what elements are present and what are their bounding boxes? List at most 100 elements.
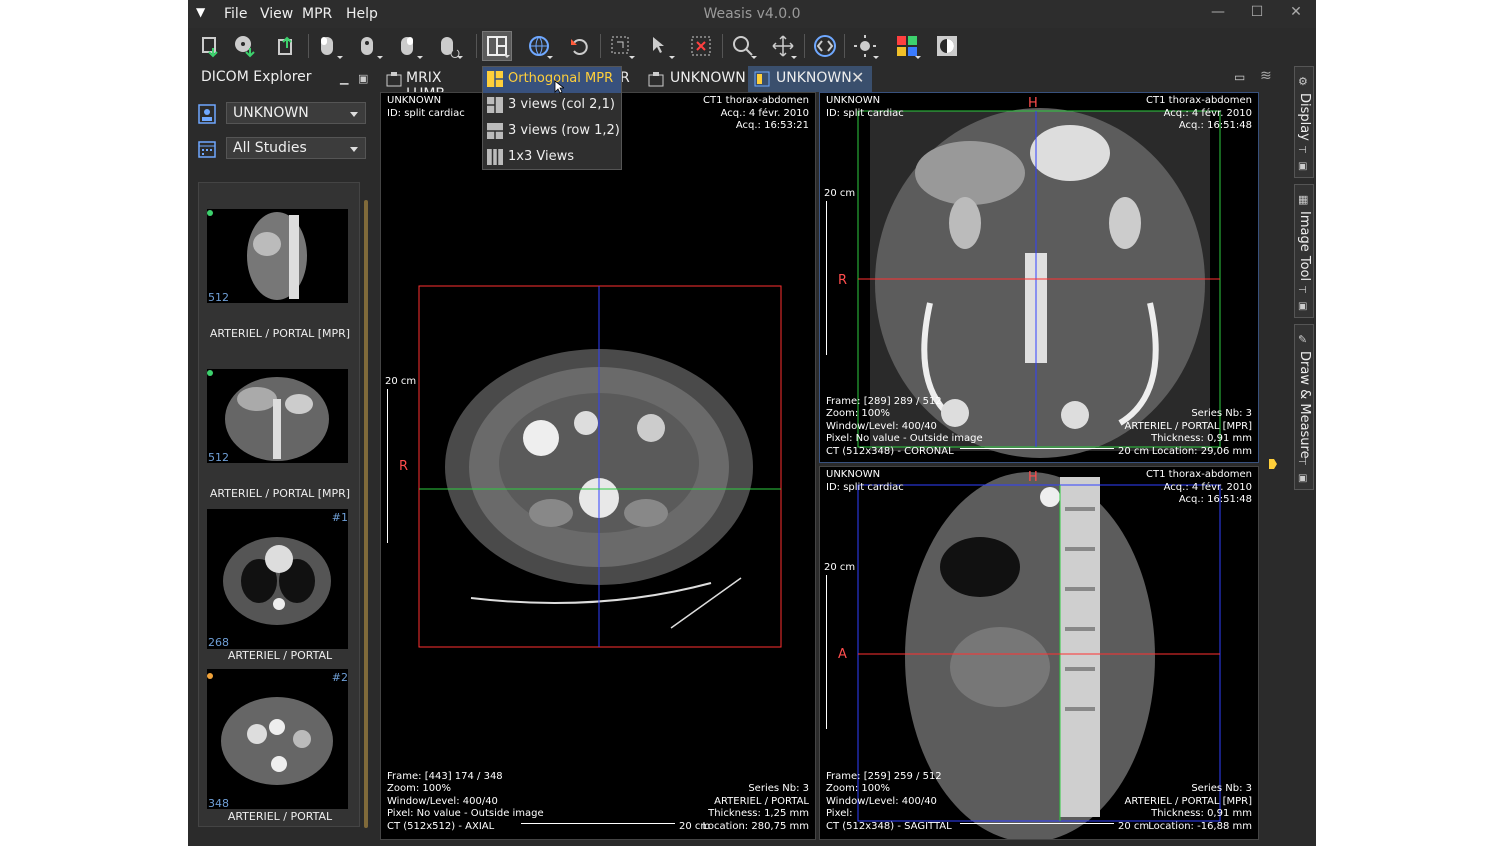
lut-button[interactable] (892, 31, 922, 61)
export-icon (278, 36, 292, 55)
overlay-top-right: CT1 thorax-abdomen Acq.: 4 févr. 2010 Ac… (703, 95, 809, 133)
invert-button[interactable] (932, 31, 962, 61)
rail-tab-display[interactable]: ⚙ Display ⊣ ▣ (1294, 66, 1314, 178)
zoom-button[interactable] (728, 31, 758, 61)
mouse-right-icon (401, 37, 413, 55)
mouse-wheel-action-button[interactable] (434, 31, 464, 61)
import-icon (202, 37, 218, 58)
maximize-icon[interactable]: ☐ (1245, 4, 1269, 24)
series-thumbnail[interactable]: #1 268 ARTERIEL / PORTAL (205, 509, 355, 669)
gear-icon: ⚙ (1298, 75, 1308, 88)
scale-label: 20 cm (824, 188, 856, 199)
pixel-info: Pixel: (826, 808, 853, 819)
zoom-info: Zoom: 100% (826, 408, 890, 419)
synch-button[interactable] (524, 31, 554, 61)
measure-button[interactable] (606, 31, 636, 61)
thickness-info: Thickness: 0,91 mm (1151, 433, 1252, 444)
pan-button[interactable] (768, 31, 798, 61)
mouse-left-action-button[interactable] (314, 31, 344, 61)
float-icon[interactable]: ▣ (1298, 473, 1310, 485)
series-description: ARTERIEL / PORTAL (714, 795, 809, 807)
menu-item-1x3-views[interactable]: 1x3 Views (483, 145, 621, 171)
viewport-axial[interactable]: UNKNOWN ID: split cardiac CT1 thorax-abd… (380, 92, 816, 840)
thickness-info: Thickness: 1,25 mm (708, 808, 809, 819)
minimize-icon[interactable]: — (1206, 4, 1230, 24)
pin-icon[interactable]: ⊣ (1298, 457, 1310, 469)
panel-maximize-icon[interactable]: ▣ (358, 72, 368, 85)
menu-item-label: 3 views (col 2,1) (508, 97, 615, 112)
vertical-ruler (826, 575, 837, 729)
thumbnail-image-coronal (207, 369, 348, 463)
series-number: #1 (331, 511, 348, 524)
thumbnail-label: ARTERIEL / PORTAL [MPR] (209, 327, 351, 340)
mouse-right-action-button[interactable] (394, 31, 424, 61)
viewport-coronal[interactable]: H UNKNOWN ID: split cardiac CT1 thorax-a… (819, 92, 1259, 463)
patient-combo[interactable]: UNKNOWN (226, 102, 366, 124)
cursor-tool-button[interactable] (646, 31, 676, 61)
brightness-icon (854, 35, 876, 57)
tab-unknown[interactable]: UNKNOWN (642, 66, 746, 92)
studies-combo[interactable]: All Studies (226, 137, 366, 159)
tab-unknown-active[interactable]: UNKNOWN ✕ (748, 66, 872, 92)
expand-arrow-icon[interactable] (1268, 458, 1278, 470)
float-icon[interactable]: ▣ (1298, 161, 1310, 173)
acquisition-date: Acq.: 4 févr. 2010 (1163, 107, 1252, 119)
import-cd-button[interactable] (230, 31, 260, 61)
study-icon (648, 72, 664, 87)
series-thumbnail[interactable]: #2 348 ARTERIEL / PORTAL (205, 669, 355, 829)
flip-button[interactable] (810, 31, 840, 61)
status-dot (207, 210, 213, 216)
axial-ct-image (418, 285, 782, 648)
thumbnail-scrollbar[interactable] (364, 200, 368, 828)
study-icon (386, 72, 402, 87)
delete-measurements-button[interactable] (686, 31, 716, 61)
layers-icon[interactable]: ≋ (1260, 68, 1272, 84)
series-thumbnail-list[interactable]: 512 ARTERIEL / PORTAL [MPR] 512 ARTERIEL… (198, 182, 360, 827)
frame-info: Frame: [259] 259 / 512 (826, 770, 942, 782)
acquisition-time: Acq.: 16:51:48 (1178, 120, 1252, 131)
rail-tab-draw-measure[interactable]: ✎ Draw & Measure ⊣ ▣ (1294, 324, 1314, 490)
study-description: CT1 thorax-abdomen (1146, 469, 1252, 480)
orientation-left: A (838, 647, 847, 662)
draw-icon: ✎ (1298, 333, 1308, 346)
orientation-left: R (399, 459, 409, 474)
pin-icon[interactable]: ⊣ (1298, 285, 1310, 297)
menu-item-3-views-col[interactable]: 3 views (col 2,1) (483, 93, 621, 119)
reset-button[interactable] (564, 31, 594, 61)
tab-mrix-lumb[interactable]: MRIX LUMB (380, 66, 484, 102)
status-dot (207, 370, 213, 376)
panel-minimize-icon[interactable]: ▁ (340, 72, 348, 85)
float-icon[interactable]: ▣ (1298, 301, 1310, 313)
vertical-ruler (387, 389, 398, 543)
delete-x-icon (691, 36, 711, 56)
viewport-sagittal[interactable]: H UNKNOWN ID: split cardiac CT1 thorax-a… (819, 466, 1259, 840)
overlay-top-left: UNKNOWN ID: split cardiac (387, 95, 465, 120)
acquisition-date: Acq.: 4 févr. 2010 (1163, 481, 1252, 493)
series-thumbnail[interactable]: 512 ARTERIEL / PORTAL [MPR] (205, 369, 355, 509)
menu-item-orthogonal-mpr[interactable]: Orthogonal MPR (483, 67, 621, 93)
export-dicom-button[interactable] (272, 31, 302, 61)
close-window-icon[interactable]: ✕ (1284, 4, 1308, 24)
dicom-explorer-panel: DICOM Explorer ▁ ▣ UNKNOWN All Studies 5… (188, 64, 376, 846)
pin-icon[interactable]: ⊣ (1298, 145, 1310, 157)
rail-tab-image-tool[interactable]: ▦ Image Tool ⊣ ▣ (1294, 184, 1314, 318)
maximize-view-icon[interactable]: ▭ (1234, 70, 1245, 84)
slice-count: 348 (208, 797, 229, 810)
mpr-study-icon (754, 71, 770, 87)
thumbnail-image-sagittal (207, 209, 348, 303)
series-description: ARTERIEL / PORTAL [MPR] (1124, 420, 1252, 432)
mouse-middle-action-button[interactable] (354, 31, 384, 61)
overlay-bottom-left: Frame: [259] 259 / 512 Zoom: 100% Window… (826, 771, 952, 834)
chevron-down-icon (350, 147, 358, 152)
horizontal-ruler (521, 823, 675, 830)
window-level-button[interactable] (850, 31, 880, 61)
layout-button[interactable] (482, 31, 512, 61)
tab-label: UNKNOWN (776, 70, 852, 86)
panel-title: DICOM Explorer (201, 69, 312, 85)
menu-item-3-views-row[interactable]: 3 views (row 1,2) (483, 119, 621, 145)
overlay-top-left: UNKNOWN ID: split cardiac (826, 469, 904, 494)
overlay-top-left: UNKNOWN ID: split cardiac (826, 95, 904, 120)
series-thumbnail[interactable]: 512 ARTERIEL / PORTAL [MPR] (205, 209, 355, 349)
import-dicom-button[interactable] (196, 31, 226, 61)
close-tab-icon[interactable]: ✕ (851, 68, 864, 87)
